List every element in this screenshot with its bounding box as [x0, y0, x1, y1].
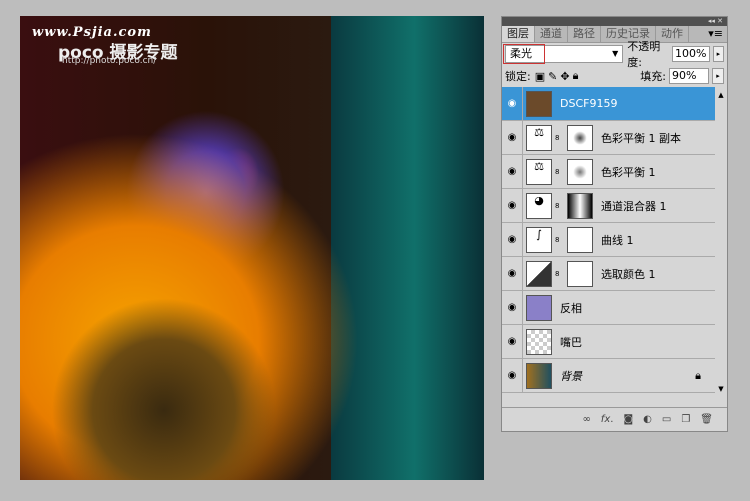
layer-name: 曲线 1 [601, 233, 634, 247]
layer-row[interactable]: ◉ ⚖ 8 色彩平衡 1 [502, 155, 715, 189]
group-icon[interactable]: ▭ [662, 414, 671, 425]
layer-thumbnail [526, 328, 552, 355]
layer-mask [567, 192, 593, 219]
panel-titlebar[interactable]: ◂◂ ✕ [502, 17, 727, 26]
tab-layers[interactable]: 图层 [502, 26, 535, 42]
adjustment-icon[interactable]: ◐ [643, 414, 652, 425]
opacity-input[interactable]: 100% [671, 46, 710, 62]
link-icon: 8 [555, 167, 560, 176]
layer-mask [567, 260, 593, 287]
layer-thumbnail [526, 362, 552, 389]
layers-scrollbar[interactable]: ▲ ▼ [715, 87, 727, 397]
eye-icon[interactable]: ◉ [502, 155, 523, 188]
layer-name: 反相 [560, 301, 582, 315]
eye-icon[interactable]: ◉ [502, 359, 523, 392]
new-layer-icon[interactable]: ❐ [681, 414, 690, 425]
layer-mask [567, 158, 593, 185]
layer-row[interactable]: ◉ 背景 🔒︎ [502, 359, 715, 393]
layer-row[interactable]: ◉ ⚖ 8 色彩平衡 1 副本 [502, 121, 715, 155]
curves-icon: ∫ [526, 226, 552, 253]
chevron-down-icon: ▼ [612, 49, 619, 58]
channel-mixer-icon: ◕ [526, 192, 552, 219]
eye-icon[interactable]: ◉ [502, 325, 523, 358]
layer-name: 色彩平衡 1 [601, 165, 656, 179]
layer-name: 选取颜色 1 [601, 267, 656, 281]
layer-thumbnail [526, 90, 552, 117]
lock-paint-icon[interactable]: ✎ [548, 70, 557, 83]
lock-label: 锁定: [505, 70, 531, 83]
eye-icon[interactable]: ◉ [502, 121, 523, 154]
lock-move-icon[interactable]: ✥ [560, 70, 569, 83]
layer-row[interactable]: ◉ 反相 [502, 291, 715, 325]
eye-icon[interactable]: ◉ [502, 189, 523, 222]
layer-thumbnail [526, 294, 552, 321]
link-icon: 8 [555, 269, 560, 278]
opacity-slider-button[interactable]: ▸ [712, 46, 724, 62]
lock-all-icon[interactable]: 🔒︎ [573, 69, 579, 83]
link-icon: 8 [555, 235, 560, 244]
layer-row[interactable]: ◉ 8 选取颜色 1 [502, 257, 715, 291]
layer-name: 色彩平衡 1 副本 [601, 131, 681, 145]
layer-row[interactable]: ◉ ∫ 8 曲线 1 [502, 223, 715, 257]
opacity-label: 不透明度: [627, 40, 661, 69]
mask-icon[interactable]: ◙ [623, 414, 633, 425]
layers-list: ◉ DSCF9159 ◉ ⚖ 8 色彩平衡 1 副本 ◉ ⚖ 8 色彩平衡 1 ◉ ◕ 8 通道混合… [502, 87, 715, 397]
layer-name: 嘴巴 [560, 335, 582, 349]
layer-row[interactable]: ◉ 嘴巴 [502, 325, 715, 359]
tab-channels[interactable]: 通道 [535, 26, 568, 42]
panel-menu-icon[interactable]: ▾≡ [689, 26, 727, 42]
trash-icon[interactable]: 🗑︎ [700, 414, 713, 425]
eye-icon[interactable]: ◉ [502, 257, 523, 290]
lock-transparent-icon[interactable]: ▣ [535, 70, 545, 83]
link-icon: 8 [555, 133, 560, 142]
balance-icon: ⚖ [526, 158, 552, 185]
link-icon: 8 [555, 201, 560, 210]
layer-row[interactable]: ◉ ◕ 8 通道混合器 1 [502, 189, 715, 223]
layer-mask [567, 124, 593, 151]
layers-panel: ◂◂ ✕ 图层 通道 路径 历史记录 动作 ▾≡ 柔光 ▼ 不透明度: 100% … [501, 16, 728, 432]
selective-color-icon [526, 260, 552, 287]
image-canvas[interactable]: www.Psjia.com poco 摄影专题 http://photo.poc… [20, 16, 484, 480]
tab-paths[interactable]: 路径 [568, 26, 601, 42]
fill-input[interactable]: 90% [669, 68, 709, 84]
eye-icon[interactable]: ◉ [502, 223, 523, 256]
eye-icon[interactable]: ◉ [502, 291, 523, 324]
lock-icon: 🔒︎ [695, 368, 701, 382]
eye-icon[interactable]: ◉ [502, 87, 523, 120]
balance-icon: ⚖ [526, 124, 552, 151]
layer-row[interactable]: ◉ DSCF9159 [502, 87, 715, 121]
link-icon[interactable]: ∞ [582, 414, 590, 425]
layer-name: 通道混合器 1 [601, 199, 667, 213]
watermark-url: http://photo.poco.cn/ [62, 56, 157, 66]
layer-name: DSCF9159 [560, 97, 618, 110]
layer-mask [567, 226, 593, 253]
blend-mode-select[interactable]: 柔光 ▼ [503, 44, 624, 64]
fx-icon[interactable]: fx. [601, 414, 614, 425]
fill-label: 填充: [640, 70, 666, 83]
layer-name: 背景 [560, 369, 582, 383]
fill-slider-button[interactable]: ▸ [712, 68, 724, 84]
